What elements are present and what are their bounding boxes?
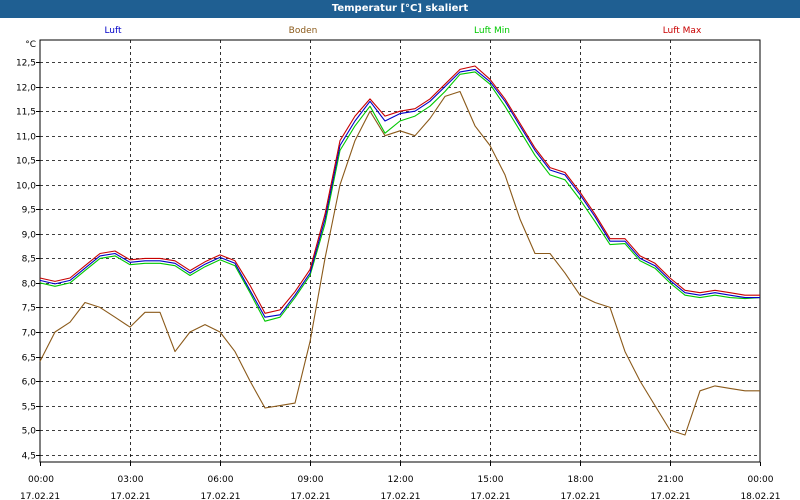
y-tick-label: 11,5 [16,108,36,118]
x-tick-date-label: 18.02.21 [740,492,780,500]
x-tick-date-label: 17.02.21 [200,492,240,500]
y-tick-label: 9,5 [22,206,36,216]
legend-luft-max: Luft Max [663,26,702,36]
legend-luft: Luft [104,26,122,36]
y-tick-label: 5,0 [22,427,37,437]
y-tick-label: 9,0 [22,231,37,241]
x-tick-time-label: 03:00 [118,475,144,485]
y-tick-label: 5,5 [22,403,36,413]
chart-window: Temperatur [°C] skaliert 12,5 12,0 11,5 11,… [0,0,800,500]
x-tick-date-label: 17.02.21 [560,492,600,500]
y-tick-label: 8,5 [22,255,36,265]
x-tick-time-label: 21:00 [658,475,684,485]
plot-area [39,39,761,463]
y-tick-label: 4,5 [22,452,36,462]
y-tick-label: 10,5 [16,157,36,167]
legend-boden: Boden [289,26,318,36]
x-tick-time-label: 12:00 [388,475,414,485]
x-tick-date-label: 17.02.21 [470,492,510,500]
x-tick-date-label: 17.02.21 [380,492,420,500]
x-tick-time-label: 06:00 [208,475,234,485]
x-tick-time-label: 18:00 [568,475,594,485]
chart-title: Temperatur [°C] skaliert [331,3,469,14]
temperature-chart: 12,5 12,0 11,5 11,0 10,5 10,0 9,5 9,0 8,5 8,0 7,5 7… [16,26,781,500]
y-tick-label: 6,5 [22,354,36,364]
y-tick-label: 12,5 [16,59,36,69]
title-bar: Temperatur [°C] skaliert [0,0,800,18]
x-tick-time-label: 09:00 [298,475,324,485]
x-tick-time-label: 00:00 [748,475,774,485]
x-tick-date-label: 17.02.21 [20,492,60,500]
y-tick-label: 6,0 [22,378,37,388]
y-tick-label: 12,0 [16,84,36,94]
y-tick-label: 11,0 [16,133,36,143]
x-tick-date-label: 17.02.21 [290,492,330,500]
x-tick-date-label: 17.02.21 [110,492,150,500]
x-tick-time-label: 15:00 [478,475,504,485]
x-tick-time-label: 00:00 [28,475,54,485]
y-tick-label: 7,5 [22,304,36,314]
y-axis-unit-label: °C [25,40,36,50]
y-tick-label: 10,0 [16,182,36,192]
x-tick-date-label: 17.02.21 [650,492,690,500]
y-tick-label: 7,0 [22,329,37,339]
legend-luft-min: Luft Min [474,26,510,36]
y-tick-label: 8,0 [22,280,37,290]
